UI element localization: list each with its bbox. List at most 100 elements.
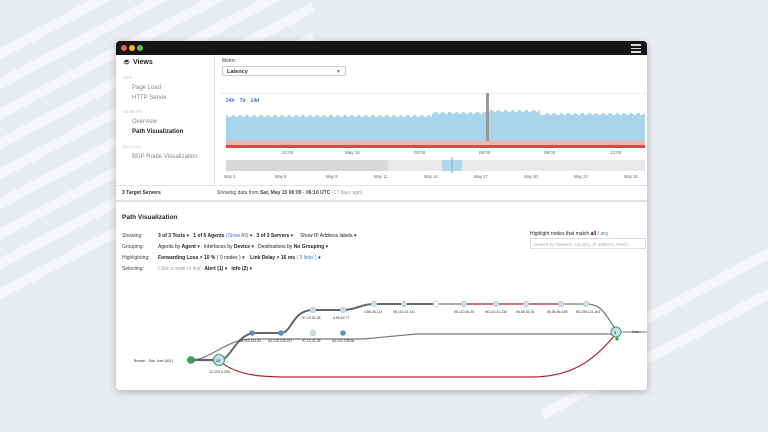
sidebar-section-network: NETWORK — [123, 110, 143, 114]
latency-bar — [524, 110, 526, 141]
link-upper-tail[interactable] — [436, 303, 617, 331]
link-main-lower[interactable] — [190, 333, 616, 361]
latency-bar — [398, 116, 400, 141]
latency-bar — [624, 113, 626, 141]
latency-bar — [394, 115, 396, 141]
hop-node[interactable] — [309, 306, 317, 314]
sidebar-item-page-load[interactable]: Page Load — [132, 85, 161, 91]
latency-bar — [428, 114, 430, 141]
latency-bar — [406, 115, 408, 141]
latency-bar — [472, 113, 474, 141]
menu-icon[interactable] — [631, 44, 641, 53]
latency-bar — [290, 116, 292, 141]
latency-bar — [532, 109, 534, 141]
latency-bar — [272, 116, 274, 141]
latency-bar — [590, 113, 592, 141]
date-tick: May 11 — [374, 174, 388, 179]
hop-node[interactable] — [557, 300, 565, 308]
sidebar-item-path-visualization[interactable]: Path Visualization — [132, 129, 183, 135]
hour-tick: 06:00 — [479, 150, 491, 155]
latency-bar — [572, 114, 574, 141]
hop-node[interactable] — [249, 330, 255, 336]
latency-bar — [438, 114, 440, 141]
latency-bar — [612, 114, 614, 141]
latency-bar — [402, 116, 404, 141]
latency-bar — [608, 113, 610, 141]
hop-ip-label: 97.14.34.28 — [302, 316, 321, 320]
sidebar-item-bgp-route-visualization[interactable]: BGP Route Visualization — [132, 154, 197, 160]
latency-bar — [482, 112, 484, 141]
latency-bar — [602, 112, 604, 141]
agent-node[interactable] — [187, 356, 195, 364]
latency-bar — [526, 109, 528, 141]
close-dot[interactable] — [121, 45, 127, 51]
zoom-dot[interactable] — [137, 45, 143, 51]
latency-bar — [318, 116, 320, 141]
latency-bar — [242, 116, 244, 141]
latency-bar — [586, 114, 588, 141]
latency-bar — [238, 115, 240, 141]
latency-bar — [314, 116, 316, 141]
latency-bar — [580, 113, 582, 141]
latency-bar — [412, 115, 414, 141]
selection-marker[interactable] — [486, 93, 489, 143]
latency-bar — [396, 117, 398, 141]
latency-bar — [332, 116, 334, 141]
hop-ip-label: 66.116.144.83 — [239, 339, 261, 343]
latency-bar — [382, 117, 384, 141]
latency-bar — [492, 110, 494, 141]
latency-bar — [266, 115, 268, 141]
latency-bar — [348, 117, 350, 141]
timeline-panel: Metric Latency ▼ 24h 7d 14d 21:00 May 15 0… — [220, 55, 645, 185]
hop-node[interactable] — [309, 329, 317, 337]
latency-bar — [508, 112, 510, 141]
date-tick: May 8 — [326, 174, 338, 179]
hop-node[interactable] — [339, 306, 347, 314]
hop-ip-label: 96.110.46.26 — [454, 310, 474, 314]
path-graph[interactable]: Branch - San Jose (841) 33 10.203.0.254 … — [116, 202, 647, 390]
latency-bar — [446, 113, 448, 141]
hop-node[interactable] — [400, 300, 408, 308]
date-tick: May 17 — [474, 174, 488, 179]
latency-bar — [408, 115, 410, 141]
latency-bar — [588, 112, 590, 141]
latency-bar — [534, 110, 536, 141]
hop-ip-label: 4.69.62.77 — [333, 316, 350, 320]
latency-bar — [280, 115, 282, 141]
latency-bar — [362, 117, 364, 141]
sidebar-item-overview[interactable]: Overview — [132, 119, 157, 125]
latency-bar — [356, 116, 358, 141]
hop-node[interactable] — [522, 300, 530, 308]
latency-bar — [298, 117, 300, 141]
latency-bar — [248, 116, 250, 141]
sidebar-section-web: WEB — [123, 76, 132, 80]
latency-bar — [432, 113, 434, 141]
hop-node[interactable] — [340, 330, 346, 336]
latency-bar — [346, 116, 348, 141]
overview-strip-light — [388, 160, 645, 171]
hop-node[interactable] — [582, 300, 590, 308]
hop-node[interactable] — [432, 300, 440, 308]
latency-bar — [626, 114, 628, 141]
latency-bar — [260, 114, 262, 141]
latency-bar — [480, 114, 482, 141]
latency-bar — [528, 111, 530, 141]
latency-bar — [584, 114, 586, 141]
hop-node[interactable] — [278, 330, 284, 336]
sidebar-section-routing: ROUTING — [123, 145, 142, 149]
hop-node[interactable] — [460, 300, 468, 308]
latency-bar — [630, 112, 632, 141]
latency-bar — [554, 112, 556, 141]
hop-node[interactable] — [370, 300, 378, 308]
latency-bar — [498, 109, 500, 141]
minimize-dot[interactable] — [129, 45, 135, 51]
latency-bar — [252, 115, 254, 141]
latency-bar — [564, 115, 566, 141]
top-row-labels: 97.14.34.28 4.69.62.77 4.86.36.114 96.11… — [302, 310, 600, 320]
sidebar-item-http-server[interactable]: HTTP Server — [132, 95, 167, 101]
latency-bar — [312, 117, 314, 141]
hop-node[interactable] — [492, 300, 500, 308]
latency-area — [226, 109, 645, 141]
latency-bar — [250, 117, 252, 141]
timeline-chart[interactable]: 21:00 May 15 03:00 06:00 09:00 12:00 May… — [220, 55, 645, 185]
